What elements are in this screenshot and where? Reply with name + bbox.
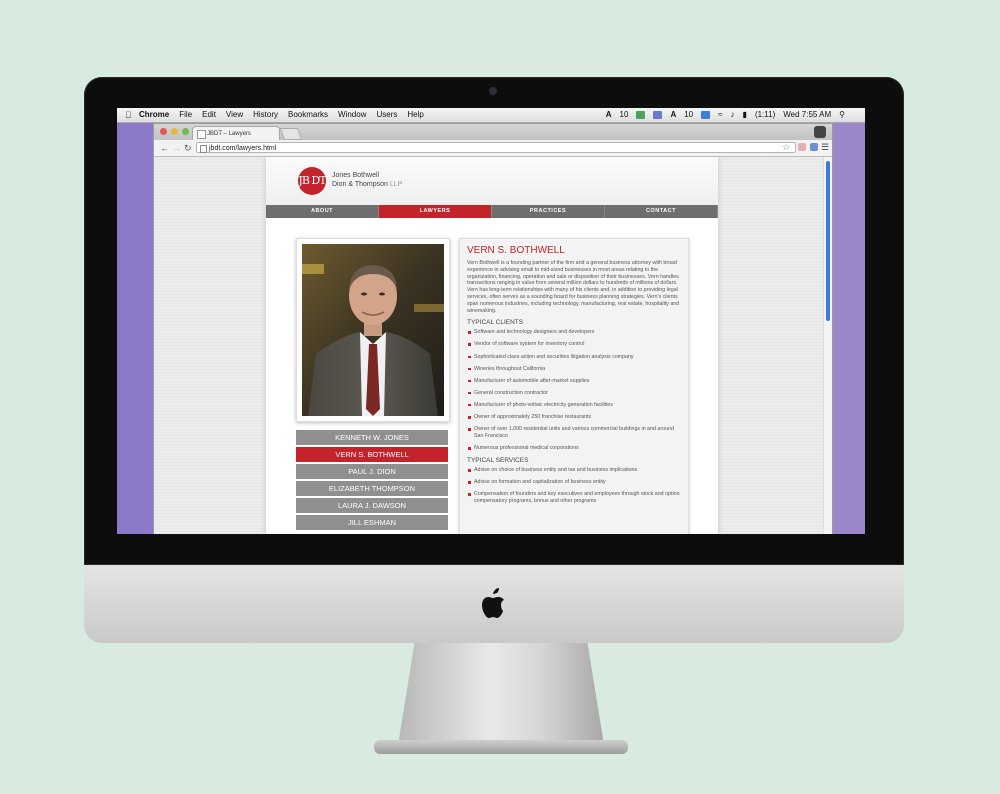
imac-stand-base: [374, 740, 628, 754]
window-controls: [160, 128, 189, 135]
reload-icon[interactable]: ↻: [184, 142, 192, 154]
list-item: Numerous professional medical corporatio…: [467, 445, 682, 452]
list-item: Owner of over 1,000 residential units an…: [467, 426, 682, 440]
volume-icon[interactable]: ♪: [731, 108, 735, 122]
firm-suffix: LLP: [389, 181, 403, 188]
profile-avatar[interactable]: [814, 126, 826, 138]
back-arrow-icon[interactable]: ←: [160, 142, 169, 154]
lawyer-item-kenneth-jones[interactable]: KENNETH W. JONES: [296, 430, 448, 445]
list-item: Manufacturer of automobile after-market …: [467, 378, 682, 385]
status-count-2[interactable]: 10: [684, 108, 693, 122]
apple-menu-icon[interactable]: : [125, 108, 132, 122]
page-viewport: JB DT Jones Bothwell Dion & Thompson LLP…: [154, 157, 824, 534]
menu-history[interactable]: History: [253, 108, 278, 122]
list-item: Manufacturer of photo-voltaic electricit…: [467, 402, 682, 409]
services-title: TYPICAL SERVICES: [467, 457, 529, 465]
lawyer-item-elizabeth-thompson[interactable]: ELIZABETH THOMPSON: [296, 481, 448, 496]
chrome-menu-icon[interactable]: ☰: [821, 141, 829, 153]
bookmark-star-icon[interactable]: ☆: [782, 141, 790, 153]
lawyer-item-jill-eshman[interactable]: JILL ESHMAN: [296, 515, 448, 530]
firm-name-line1: Jones Bothwell: [332, 172, 380, 179]
tab-lawyers[interactable]: JBDT – Lawyers: [192, 126, 280, 140]
wifi-icon[interactable]: ≈: [718, 108, 722, 122]
extension-button-icon[interactable]: [798, 143, 806, 151]
menu-edit[interactable]: Edit: [202, 108, 216, 122]
firm-logo[interactable]: JB DT: [298, 167, 327, 195]
lawyer-item-vern-bothwell[interactable]: VERN S. BOTHWELL: [296, 447, 448, 462]
apple-logo-icon: [482, 588, 504, 618]
bio-paragraph: Vern Bothwell is a founding partner of t…: [467, 260, 680, 314]
firm-name-line2: Dion & Thompson LLP: [332, 181, 403, 188]
menu-view[interactable]: View: [226, 108, 243, 122]
list-item: Compensation of founders and key executi…: [467, 491, 682, 505]
extension-2-icon[interactable]: [810, 143, 818, 151]
lawyer-item-paul-dion[interactable]: PAUL J. DION: [296, 464, 448, 479]
lawyer-item-laura-dawson[interactable]: LAURA J. DAWSON: [296, 498, 448, 513]
tab-strip: JBDT – Lawyers: [154, 124, 832, 140]
lawyer-photo-frame: [296, 238, 450, 422]
scrollbar-thumb[interactable]: [826, 161, 830, 321]
site-header: JB DT Jones Bothwell Dion & Thompson LLP: [266, 157, 718, 205]
menu-bookmarks[interactable]: Bookmarks: [288, 108, 328, 122]
clients-title: TYPICAL CLIENTS: [467, 319, 524, 327]
extension-icon[interactable]: [653, 111, 663, 119]
firm-name[interactable]: Jones Bothwell Dion & Thompson LLP: [332, 171, 402, 189]
list-item: Advise on formation and capitalization o…: [467, 479, 682, 486]
app-menus: Chrome File Edit View History Bookmarks …: [139, 108, 424, 122]
site-container: JB DT Jones Bothwell Dion & Thompson LLP…: [266, 157, 718, 534]
menu-help[interactable]: Help: [407, 108, 423, 122]
list-item: Advise on choice of business entity and …: [467, 467, 682, 474]
display:  Chrome File Edit View History Bookmark…: [117, 108, 865, 534]
new-tab-button[interactable]: [279, 128, 303, 140]
forward-arrow-icon[interactable]: →: [172, 142, 181, 154]
battery-time[interactable]: (1:11): [755, 108, 775, 122]
nav-practices[interactable]: PRACTICES: [492, 205, 605, 218]
list-item: Sophisticated class action and securitie…: [467, 354, 682, 361]
services-list: Advise on choice of business entity and …: [467, 467, 682, 505]
list-item: Owner of approximately 250 franchise res…: [467, 414, 682, 421]
menu-chrome[interactable]: Chrome: [139, 108, 169, 122]
status-count-1[interactable]: 10: [620, 108, 629, 122]
list-item: Wineries throughout California: [467, 366, 682, 373]
spotlight-icon[interactable]: ⚲: [839, 108, 845, 122]
list-item: Vendor of software system for inventory …: [467, 341, 682, 348]
clients-list: Software and technology designers and de…: [467, 329, 682, 451]
menu-window[interactable]: Window: [338, 108, 366, 122]
lawyer-list: KENNETH W. JONES VERN S. BOTHWELL PAUL J…: [296, 430, 448, 532]
close-window-icon[interactable]: [160, 128, 167, 135]
list-item: General construction contractor: [467, 390, 682, 397]
imac-stand: [398, 643, 604, 745]
nav-about[interactable]: ABOUT: [266, 205, 379, 218]
menu-file[interactable]: File: [179, 108, 192, 122]
battery-icon[interactable]: ▮: [743, 108, 747, 122]
page-info-icon[interactable]: [200, 145, 207, 153]
site-nav: ABOUT LAWYERS PRACTICES CONTACT: [266, 205, 718, 218]
dropbox-icon[interactable]: [701, 111, 711, 119]
sync-icon[interactable]: [636, 111, 646, 119]
tab-title: JBDT – Lawyers: [207, 131, 251, 137]
clock[interactable]: Wed 7:55 AM: [783, 108, 831, 122]
menubar:  Chrome File Edit View History Bookmark…: [117, 108, 865, 123]
menu-users[interactable]: Users: [376, 108, 397, 122]
page-favicon-icon: [197, 130, 206, 139]
browser-window: JBDT – Lawyers ← → ↻ jbdt.com/lawyers.ht…: [153, 123, 833, 534]
lawyer-portrait: [302, 244, 444, 416]
address-bar[interactable]: jbdt.com/lawyers.html: [196, 142, 796, 153]
nav-lawyers[interactable]: LAWYERS: [379, 205, 492, 218]
page-scrollbar[interactable]: [823, 157, 832, 534]
adobe-icon[interactable]: A: [606, 108, 612, 122]
browser-toolbar: ← → ↻ jbdt.com/lawyers.html ☆ ☰: [154, 140, 832, 157]
status-area: A 10 A 10 ≈ ♪ ▮ (1:11) Wed 7:55 AM ⚲: [606, 108, 845, 122]
nav-contact[interactable]: CONTACT: [605, 205, 718, 218]
minimize-window-icon[interactable]: [171, 128, 178, 135]
zoom-window-icon[interactable]: [182, 128, 189, 135]
adobe-icon-2[interactable]: A: [670, 108, 676, 122]
camera-icon: [489, 87, 497, 95]
bio-card: VERN S. BOTHWELL Vern Bothwell is a foun…: [459, 238, 689, 534]
bio-name: VERN S. BOTHWELL: [467, 245, 565, 256]
list-item: Software and technology designers and de…: [467, 329, 682, 336]
url-text: jbdt.com/lawyers.html: [209, 145, 277, 152]
